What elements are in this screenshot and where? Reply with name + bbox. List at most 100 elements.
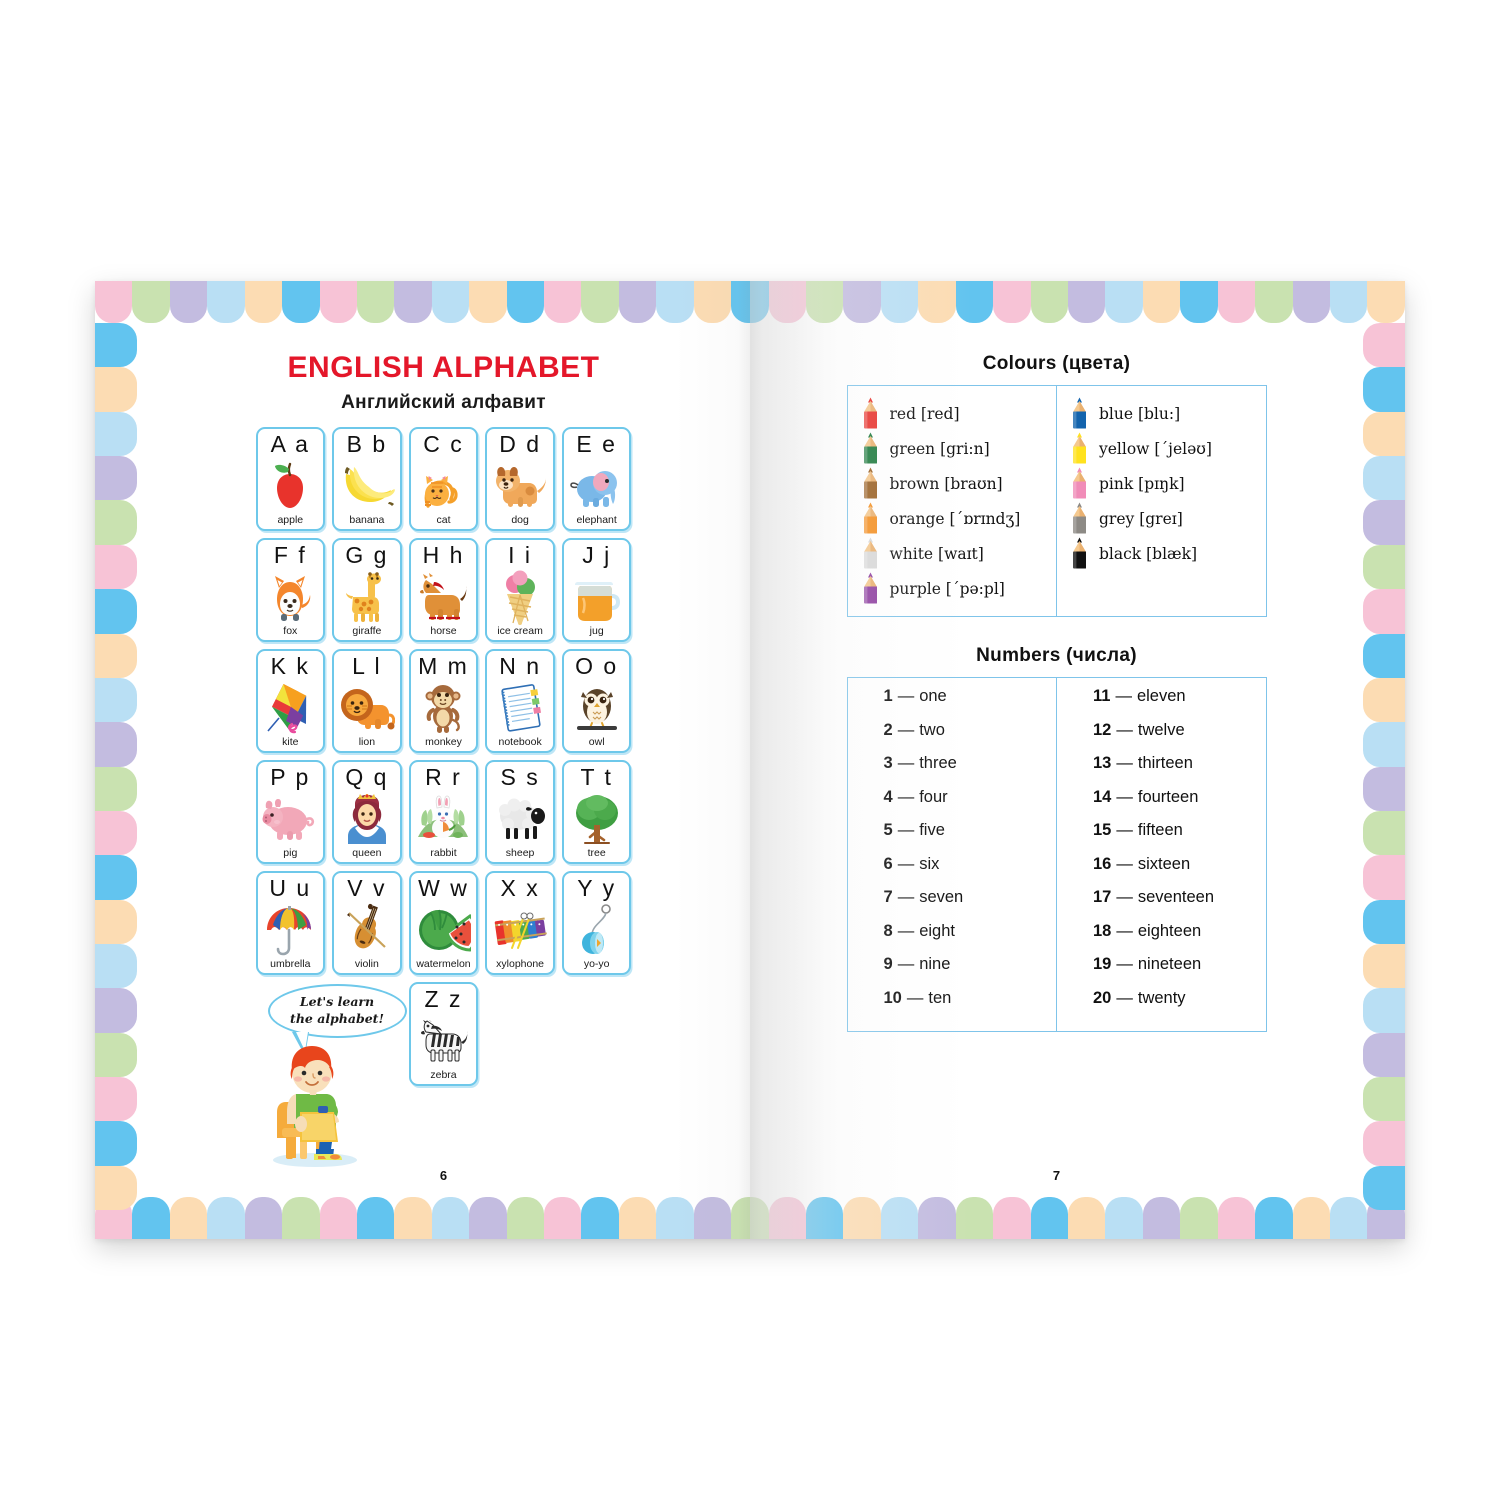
- alphabet-card[interactable]: Z z zebra: [408, 982, 479, 1086]
- alphabet-card-letter: O o: [575, 653, 619, 679]
- colour-row: grey [greɪ]: [1057, 501, 1266, 536]
- alphabet-card[interactable]: Q q queen: [332, 760, 402, 864]
- border-scallop: [1329, 1197, 1368, 1239]
- border-scallop: [581, 1197, 619, 1239]
- number-row: 12— twelve: [1057, 721, 1266, 755]
- border-scallop: [95, 677, 137, 723]
- alphabet-card-letter: T t: [580, 764, 613, 790]
- number-word: eighteen: [1137, 921, 1202, 940]
- border-scallop: [319, 281, 357, 323]
- border-scallop: [731, 1197, 769, 1239]
- alphabet-card-letter: G g: [345, 542, 389, 568]
- colour-label: purple [´pə:pl]: [889, 579, 1005, 598]
- number-dash: —: [897, 821, 915, 839]
- number-digit: 10: [883, 988, 902, 1007]
- notebook-icon: [487, 679, 553, 737]
- border-scallop: [918, 1197, 956, 1239]
- border-scallop: [806, 281, 844, 323]
- border-scallop: [544, 281, 582, 323]
- alphabet-card[interactable]: W w watermelon: [408, 871, 479, 975]
- alphabet-card[interactable]: E e elephant: [561, 427, 632, 531]
- colour-label: green [gri:n]: [889, 439, 990, 458]
- jug-icon: [564, 568, 630, 626]
- alphabet-card[interactable]: U u umbrella: [255, 871, 326, 975]
- alphabet-card[interactable]: M m monkey: [408, 649, 479, 753]
- border-scallop: [1067, 281, 1106, 323]
- number-row: 10— ten: [848, 989, 1057, 1023]
- border-scallop: [1363, 677, 1405, 723]
- border-scallop: [207, 281, 245, 323]
- number-dash: —: [1116, 921, 1133, 940]
- alphabet-card[interactable]: A a apple: [255, 427, 326, 531]
- colours-column-left: red [red] green [gri:n] brown [braʊn] or…: [848, 386, 1057, 616]
- alphabet-card[interactable]: I i ice cream: [485, 538, 555, 642]
- border-scallop: [880, 1197, 919, 1239]
- alphabet-card[interactable]: K k kite: [255, 649, 326, 753]
- alphabet-card[interactable]: Y y yo-yo: [561, 871, 632, 975]
- border-scallop: [1363, 544, 1405, 590]
- alphabet-card-letter: A a: [270, 431, 310, 457]
- alphabet-card-letter: H h: [422, 542, 465, 568]
- border-scallop: [469, 281, 507, 323]
- number-dash: —: [897, 854, 915, 873]
- giraffe-icon: [334, 568, 400, 626]
- pencil-icon: [863, 467, 877, 498]
- alphabet-card-letter: Q q: [345, 764, 389, 790]
- number-digit: 18: [1093, 921, 1112, 940]
- pencil-icon: [863, 397, 877, 428]
- border-scallop: [1105, 281, 1143, 323]
- alphabet-card[interactable]: J j jug: [561, 538, 632, 642]
- alphabet-card[interactable]: L l lion: [332, 649, 402, 753]
- alphabet-card[interactable]: B b banana: [332, 427, 402, 531]
- alphabet-card[interactable]: C c cat: [408, 427, 479, 531]
- colour-label: blue [blu:]: [1099, 404, 1181, 423]
- alphabet-card[interactable]: P p pig: [255, 760, 326, 864]
- alphabet-card[interactable]: N n notebook: [485, 649, 555, 753]
- alphabet-card[interactable]: V v violin: [332, 871, 402, 975]
- border-scallop: [955, 1197, 994, 1239]
- alphabet-card[interactable]: R r rabbit: [408, 760, 479, 864]
- alphabet-card[interactable]: F f fox: [255, 538, 326, 642]
- alphabet-card-word: zebra: [430, 1068, 457, 1081]
- alphabet-card-letter: F f: [273, 542, 307, 568]
- alphabet-card-letter: E e: [576, 431, 617, 457]
- alphabet-card-letter: R r: [425, 764, 462, 790]
- alphabet-card-word: yo-yo: [583, 957, 610, 970]
- border-scallop: [95, 1032, 137, 1078]
- dog-icon: [487, 457, 553, 515]
- alphabet-card[interactable]: H h horse: [408, 538, 479, 642]
- number-digit: 6: [883, 854, 893, 873]
- owl-icon: [564, 679, 630, 737]
- border-scallop: [282, 1197, 320, 1239]
- umbrella-icon: [258, 901, 324, 959]
- number-word: eleven: [1136, 687, 1186, 705]
- number-digit: 2: [883, 720, 893, 739]
- alphabet-card[interactable]: X x xylophone: [485, 871, 555, 975]
- colour-label: grey [greɪ]: [1099, 509, 1183, 528]
- border-scallop: [581, 281, 619, 323]
- border-scallop: [95, 411, 137, 457]
- alphabet-card[interactable]: O o owl: [561, 649, 632, 753]
- number-row: 6— six: [848, 855, 1057, 889]
- alphabet-card-letter: L l: [352, 653, 382, 679]
- number-row: 7— seven: [848, 888, 1057, 922]
- number-row: 2— two: [848, 721, 1057, 755]
- alphabet-card-letter: X x: [500, 875, 540, 901]
- border-scallop: [95, 323, 137, 368]
- alphabet-card[interactable]: T t tree: [561, 760, 632, 864]
- colour-row: blue [blu:]: [1057, 396, 1266, 431]
- decorative-border-bottom: [95, 1197, 1405, 1239]
- border-scallop: [95, 810, 137, 856]
- border-scallop: [95, 589, 137, 634]
- border-scallop: [1363, 722, 1405, 767]
- alphabet-card[interactable]: G g giraffe: [332, 538, 402, 642]
- number-row: 17— seventeen: [1057, 888, 1266, 922]
- numbers-section: Numbers (числа) 1— one 2— two 3— three 4— four 5…: [750, 645, 1363, 1032]
- rabbit-icon: [411, 790, 477, 848]
- alphabet-card-letter: P p: [270, 764, 311, 790]
- alphabet-card[interactable]: D d dog: [485, 427, 555, 531]
- watermelon-icon: [411, 901, 477, 959]
- alphabet-card[interactable]: S s sheep: [485, 760, 555, 864]
- decorative-border-top: [95, 281, 1405, 323]
- alphabet-card-word: apple: [277, 513, 304, 526]
